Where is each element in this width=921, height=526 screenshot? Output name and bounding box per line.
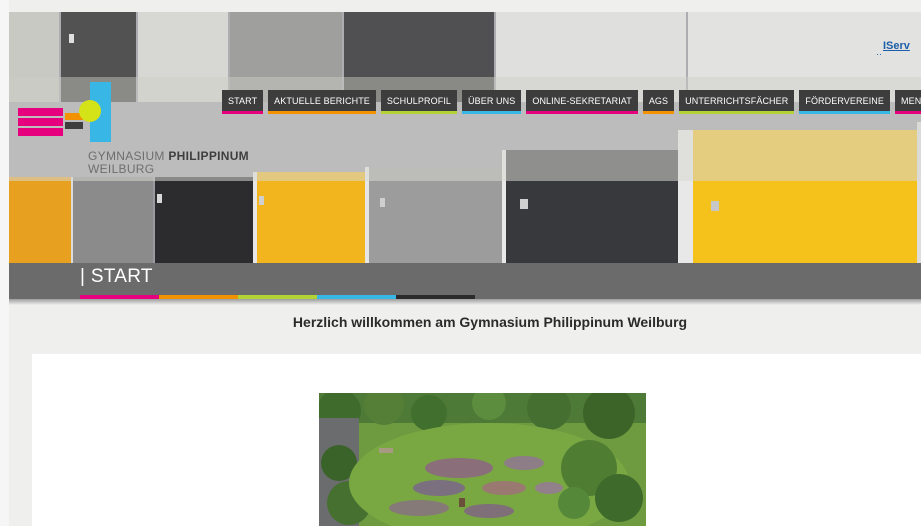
nav-item-mens[interactable]: MENS xyxy=(895,90,921,114)
main-navigation: START AKTUELLE BERICHTE SCHULPROFIL ÜBER UN… xyxy=(222,90,921,114)
nav-item-schulprofil[interactable]: SCHULPROFIL xyxy=(380,90,458,114)
iserv-dots-icon: ·· xyxy=(876,49,882,59)
nav-item-online-sekretariat[interactable]: ONLINE-SEKRETARIAT xyxy=(526,90,638,114)
nav-item-start[interactable]: START xyxy=(222,90,264,114)
nav-item-über-uns[interactable]: ÜBER UNS xyxy=(462,90,522,114)
stripe-magenta xyxy=(80,295,159,299)
header-banner xyxy=(9,12,921,263)
nav-item-unterrichtsfächer[interactable]: UNTERRICHTSFÄCHER xyxy=(679,90,795,114)
title-color-stripes xyxy=(80,295,475,299)
title-bar-shadow xyxy=(9,299,921,305)
school-name-part2: PHILIPPINUM xyxy=(168,149,249,163)
stripe-orange xyxy=(159,295,238,299)
nav-item-aktuelle-berichte[interactable]: AKTUELLE BERICHTE xyxy=(268,90,376,114)
page-title: | START xyxy=(80,266,153,287)
header-overlay-top xyxy=(9,12,921,77)
nav-item-ags[interactable]: AGS xyxy=(642,90,675,114)
school-logo[interactable] xyxy=(18,80,113,145)
school-name-part1: GYMNASIUM xyxy=(88,149,169,163)
welcome-heading: Herzlich willkommen am Gymnasium Philipp… xyxy=(292,314,688,330)
school-name: GYMNASIUM PHILIPPINUM WEILBURG xyxy=(88,150,249,176)
aerial-photo[interactable] xyxy=(319,393,646,526)
page-edge xyxy=(0,0,9,526)
nav-item-fördervereine[interactable]: FÖRDERVEREINE xyxy=(799,90,890,114)
stripe-cyan xyxy=(317,295,396,299)
stripe-dark xyxy=(396,295,475,299)
stripe-lime xyxy=(238,295,317,299)
school-city: WEILBURG xyxy=(88,162,155,176)
iserv-link[interactable]: IServ xyxy=(883,40,910,52)
